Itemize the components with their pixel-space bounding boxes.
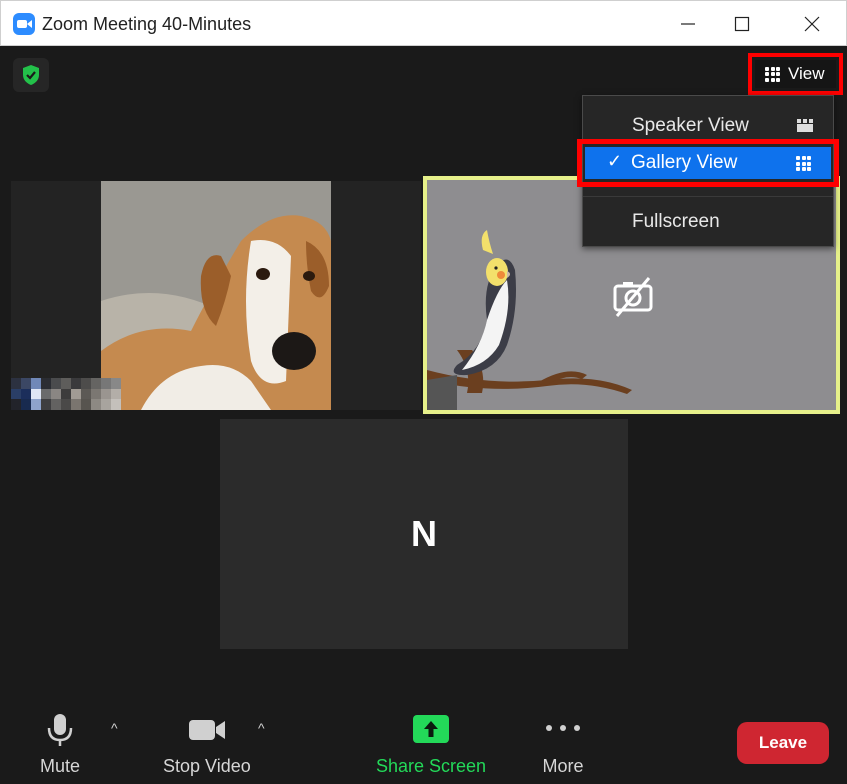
view-button[interactable]: View (755, 60, 836, 88)
zoom-app-icon (13, 13, 35, 35)
dog-video-feed (101, 181, 331, 410)
share-screen-button[interactable]: Share Screen (376, 714, 486, 777)
video-off-icon (613, 277, 653, 317)
more-button[interactable]: More (541, 714, 585, 777)
microphone-icon (47, 714, 73, 746)
more-label: More (542, 756, 584, 776)
participant-initial-tile[interactable]: N (220, 419, 628, 649)
more-dots-icon (546, 725, 580, 731)
maximize-icon (734, 16, 750, 32)
leave-button[interactable]: Leave (737, 722, 829, 764)
pixelated-name-label (11, 378, 121, 410)
participant-video-tile[interactable] (11, 181, 421, 410)
menu-item-label: Speaker View (632, 115, 749, 136)
gallery-view-icon (796, 156, 811, 171)
video-camera-icon (188, 720, 225, 740)
window-title: Zoom Meeting 40-Minutes (42, 14, 252, 34)
mute-button[interactable]: Mute (40, 712, 80, 777)
meeting-toolbar: Mute ^ Stop Video ^ Share Screen More (0, 690, 847, 784)
encryption-shield-button[interactable] (13, 58, 49, 92)
close-button[interactable] (789, 1, 835, 47)
minimize-button[interactable] (665, 1, 711, 47)
participant-initial: N (411, 513, 437, 554)
menu-item-gallery-view[interactable]: ✓ Gallery View (585, 147, 831, 179)
share-screen-label: Share Screen (376, 756, 487, 776)
menu-item-label: Fullscreen (632, 211, 720, 232)
audio-options-caret[interactable]: ^ (111, 720, 118, 736)
stop-video-button[interactable]: Stop Video (163, 712, 251, 777)
grid-icon (765, 66, 780, 82)
menu-item-fullscreen[interactable]: Fullscreen (583, 204, 833, 240)
checkmark-icon: ✓ (607, 151, 623, 171)
mute-label: Mute (40, 756, 81, 776)
view-button-label: View (788, 64, 825, 83)
view-button-highlight: View (748, 53, 843, 95)
maximize-button[interactable] (719, 1, 765, 47)
shield-check-icon (23, 65, 39, 85)
view-dropdown-menu: Speaker View ✓ Gallery View Fullscreen (577, 95, 839, 247)
menu-item-label: Gallery View (631, 152, 738, 173)
menu-divider (583, 196, 833, 197)
close-icon (804, 16, 820, 32)
minimize-icon (681, 23, 695, 25)
title-bar: Zoom Meeting 40-Minutes (0, 0, 847, 46)
gallery-view-highlight: ✓ Gallery View (577, 139, 839, 187)
video-options-caret[interactable]: ^ (258, 720, 265, 736)
stop-video-label: Stop Video (163, 756, 251, 776)
share-screen-icon (413, 715, 450, 743)
